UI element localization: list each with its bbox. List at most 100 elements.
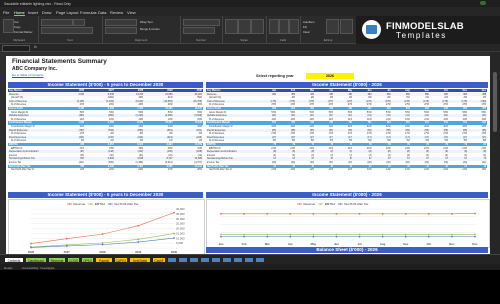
table-cell: 13% [481,168,487,172]
sheet-tab[interactable]: Revenue [48,256,66,263]
row-label: Net Profit After Tax % [11,168,34,172]
menu-home[interactable]: Home [14,10,25,16]
data-point [101,243,104,246]
data-point [30,242,32,245]
balance-sheet-header: Balance Sheet ($'000) - 2026 [206,247,488,253]
font-name-box[interactable] [41,19,73,26]
legend-label: EBITDA [325,202,336,206]
sheet-tab[interactable]: CashF [152,256,166,263]
table-cell: 12% [366,168,372,172]
data-point [173,232,175,235]
legend-marker [339,203,342,205]
format-as-table-button[interactable] [238,19,251,34]
conditional-formatting-button[interactable] [225,19,238,34]
number-format-box[interactable] [183,19,220,26]
font-format-buttons[interactable] [41,27,93,34]
sheet-tab[interactable]: OPEX [81,256,94,263]
align-buttons-top[interactable] [105,19,137,26]
sheet-tab[interactable] [178,256,188,263]
menu-page-layout[interactable]: Page Layout [56,10,78,15]
sort-filter-button[interactable] [326,19,339,34]
wrap-text-button[interactable]: Wrap Text [140,20,153,24]
go-to-contents-link[interactable]: Go to Table of Contents [12,73,43,77]
menu-insert[interactable]: Insert [28,10,38,15]
worksheet[interactable]: Financial Statements Summary ABC Company… [6,56,490,254]
data-point [243,212,245,215]
sheet-tab[interactable]: Contents [4,256,24,263]
copy-button[interactable]: Copy [14,25,21,29]
status-ready: Ready [4,265,13,270]
data-point [358,212,361,215]
table-cell: 27% [167,168,173,172]
sheet-tab[interactable]: CAPEX [114,256,128,263]
fx-icon[interactable]: fx [34,45,37,49]
cut-button[interactable]: Cut [14,20,18,24]
sheet-tab[interactable] [244,256,254,263]
legend-marker [109,203,112,205]
insert-cells-button[interactable] [269,19,279,34]
user-avatar[interactable] [480,1,486,5]
five-year-chart[interactable]: 40,000 35,000 30,000 25,000 20,000 15,000 10,0… [8,199,205,254]
sheet-tab[interactable] [233,256,243,263]
table-cell: 12% [271,168,277,172]
align-buttons-bottom[interactable] [105,27,137,34]
sheet-tab[interactable] [189,256,199,263]
data-point [474,233,476,236]
sheet-tab[interactable]: Dashboard [25,256,47,263]
find-select-button[interactable] [340,19,353,34]
data-point [220,233,222,236]
monthly-chart[interactable]: Jan Feb Mar Apr May Jun Jul Aug Sep Oct Nov Dec Reve… [206,199,490,248]
fill-button[interactable]: Fill [303,25,307,29]
autosum-button[interactable]: AutoSum [303,20,315,24]
sheet-tab[interactable] [167,256,177,263]
income-monthly-chart-header: Income Statement ($'000) - 2026 [206,192,488,198]
sheet-tab[interactable]: DebtTable [129,256,151,263]
data-point [65,237,68,240]
sheet-tab[interactable] [211,256,221,263]
data-point [451,235,453,238]
menu-view[interactable]: View [127,10,136,15]
sheet-tab[interactable]: COGS [67,256,80,263]
vertical-scrollbar[interactable] [490,52,500,254]
menu-draw[interactable]: Draw [42,10,51,15]
x-tick-label: Jul [358,242,362,246]
legend-label: Revenue [74,202,86,206]
name-box[interactable] [2,45,30,52]
reporting-year-input[interactable]: 2026 [306,72,354,79]
menu-review[interactable]: Review [110,10,123,15]
income-5yr-chart-header: Income Statement ($'000) - 5 years to De… [8,192,203,198]
group-label-styles: Styles [240,38,248,42]
group-label-alignment: Alignment [134,38,148,42]
delete-cells-button[interactable] [279,19,289,34]
data-point [474,212,476,215]
status-accessibility[interactable]: Accessibility: Investigate [22,266,55,270]
menu-file[interactable]: File [3,10,9,15]
data-point [65,245,68,247]
sheet-tab[interactable]: Payroll [95,256,113,263]
data-point [404,233,407,236]
number-format-buttons[interactable] [183,27,215,34]
paste-button[interactable] [3,19,14,33]
format-painter-button[interactable]: Format Painter [14,30,33,34]
menu-data[interactable]: Data [98,10,106,15]
data-point [266,212,269,215]
legend-label: Net Profit After Tax [344,202,369,206]
data-point [381,235,384,238]
group-label-editing: Editing [323,38,333,42]
menu-formulas[interactable]: Formulas [80,10,97,15]
sheet-tab[interactable] [255,256,265,263]
y-tick-label: 10,000 [176,236,185,240]
data-point [289,235,292,238]
sheet-tab[interactable] [222,256,232,263]
merge-center-button[interactable]: Merge & Center [140,27,160,31]
table-cell: 22% [108,168,114,172]
format-cells-button[interactable] [289,19,299,34]
sheet-tab[interactable] [200,256,210,263]
brand-tagline: Templates [396,31,447,40]
data-point [243,235,245,238]
cell-styles-button[interactable] [251,19,264,34]
clear-button[interactable]: Clear [303,30,310,34]
x-tick-label: Feb [242,242,247,246]
x-tick-label: Apr [288,242,294,246]
font-size-box[interactable] [73,19,85,26]
